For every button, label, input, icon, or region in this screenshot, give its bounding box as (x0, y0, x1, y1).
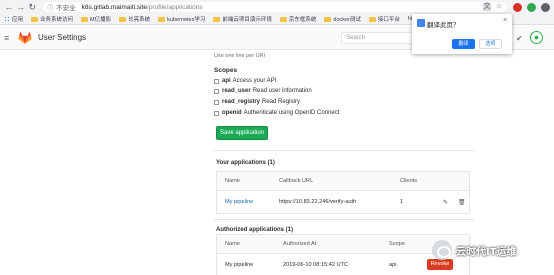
column-header: Name (225, 178, 240, 184)
table-header-row: Name Callback URL Clients (217, 172, 469, 191)
bookmark-folder[interactable]: 接口平台 (368, 15, 400, 23)
edit-icon[interactable]: ✎ (443, 199, 448, 206)
authorized-applications-title: Authorized applications (1) (216, 227, 294, 233)
bookmark-folder[interactable]: kubernetes学习 (158, 15, 205, 23)
folder-icon (158, 16, 166, 22)
column-header: Authorized At (283, 241, 317, 247)
menu-icon[interactable]: ≡ (4, 33, 12, 43)
reload-icon[interactable]: ↻ (27, 2, 37, 12)
save-application-button[interactable]: Save application (216, 126, 268, 140)
forward-icon[interactable]: → (16, 2, 26, 12)
scope-checkbox[interactable] (214, 78, 219, 84)
scopes-label: Scopes (214, 67, 238, 74)
scope-checkbox[interactable] (214, 110, 219, 116)
bookmark-star-icon[interactable]: ☆ (495, 3, 503, 11)
profile-icon[interactable] (541, 2, 551, 12)
search-input[interactable]: Search (341, 32, 419, 44)
avatar[interactable] (530, 31, 543, 44)
translate-popup: 翻译此页？ × 翻译 选项 (412, 14, 512, 54)
column-header: Callback URL (279, 178, 314, 184)
options-button[interactable]: 选项 (479, 39, 502, 49)
bookmark-folder[interactable]: M亿播影 (81, 15, 111, 23)
info-icon[interactable]: ⓘ (47, 3, 53, 12)
column-header: Clients (400, 178, 418, 184)
translate-popup-title: 翻译此页？ (427, 22, 460, 29)
extension-icon[interactable] (513, 2, 523, 12)
folder-icon (31, 16, 39, 22)
gitlab-logo-icon[interactable] (18, 31, 32, 44)
scope-read-registry[interactable]: read_registry Read Registry (214, 99, 300, 105)
wechat-logo-icon (432, 240, 452, 260)
folder-icon (119, 16, 127, 22)
application-name: My pipeline (225, 262, 254, 268)
your-applications-table: Name Callback URL Clients My pipeline ht… (216, 171, 470, 214)
folder-icon (279, 16, 287, 22)
your-applications-title: Your applications (1) (216, 160, 275, 166)
clients-count: 1 (400, 199, 404, 205)
check-icon[interactable]: ✔ (516, 34, 523, 43)
divider (214, 150, 474, 151)
watermark: 云时代IT运维 (432, 240, 517, 260)
revoke-button[interactable]: Revoke (427, 259, 453, 270)
browser-toolbar: ← → ↻ ⓘ 不安全 k8s.gitlab.maimaiti.site/pro… (0, 0, 554, 14)
bookmark-folder[interactable]: 业务系统访问 (31, 15, 73, 23)
translate-button[interactable]: 翻译 (452, 39, 475, 49)
callback-url: https://10.83.22.246/verify-auth (279, 199, 357, 205)
column-header: Name (225, 241, 240, 247)
scope-checkbox[interactable] (214, 88, 219, 94)
scope-api[interactable]: api Access your API (214, 78, 276, 84)
bookmark-apps[interactable]: 应用 (4, 15, 23, 23)
page-title: User Settings (38, 33, 87, 42)
back-icon[interactable]: ← (4, 2, 14, 12)
scope-read-user[interactable]: read_user Read user information (214, 88, 312, 94)
table-row: My pipeline https://10.83.22.246/verify-… (217, 191, 469, 213)
folder-icon (213, 16, 221, 22)
divider (214, 219, 474, 220)
authorized-at: 2019-06-10 08:15:42 UTC (283, 262, 348, 268)
trash-icon[interactable]: 🗑 (458, 199, 466, 206)
bookmark-folder[interactable]: 前端云项目演示环境 (213, 15, 272, 23)
extension-icon[interactable] (527, 2, 537, 12)
url-path: /profile/applications (147, 3, 203, 11)
scope-value: api (389, 262, 397, 268)
url-host: k8s.gitlab.maimaiti.site (81, 3, 148, 11)
google-translate-icon (417, 19, 425, 27)
application-name-link[interactable]: My pipeline (225, 191, 253, 213)
translate-icon[interactable]: 文 (483, 3, 492, 11)
scope-openid[interactable]: openid Authenticate using OpenID Connect (214, 110, 339, 116)
bookmark-folder[interactable]: 京东框系统 (279, 15, 316, 23)
address-bar[interactable]: ⓘ 不安全 k8s.gitlab.maimaiti.site/profile/a… (43, 2, 508, 12)
insecure-label: 不安全 (56, 5, 76, 12)
scope-checkbox[interactable] (214, 99, 219, 105)
bookmark-folder[interactable]: 长亮系统 (119, 15, 150, 23)
bookmark-folder[interactable]: docker测试 (324, 15, 361, 23)
folder-icon (368, 16, 376, 22)
folder-icon (81, 16, 89, 22)
apps-icon (4, 16, 10, 22)
folder-icon (324, 16, 332, 22)
watermark-text: 云时代IT运维 (456, 246, 517, 258)
redirect-uri-hint: Use one line per URI (214, 53, 266, 59)
close-icon[interactable]: × (503, 17, 507, 24)
column-header: Scope (389, 241, 405, 247)
